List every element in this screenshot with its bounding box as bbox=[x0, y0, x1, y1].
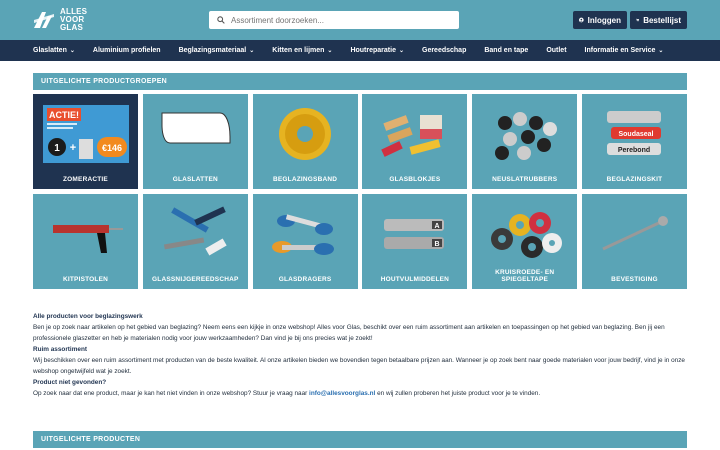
paragraph-not-found: Op zoek naar dat ene product, maar je ka… bbox=[33, 388, 687, 399]
tile-label: BEGLAZINGSBAND bbox=[272, 176, 338, 183]
nav-item-label: Glaslatten bbox=[33, 47, 67, 54]
promo-image: ACTIE! 1 + €146 bbox=[33, 94, 138, 174]
screw-image bbox=[582, 194, 687, 274]
tile-bevestiging[interactable]: BEVESTIGING bbox=[581, 194, 687, 289]
tile-beglazingsband[interactable]: BEGLAZINGSBAND bbox=[252, 94, 358, 189]
login-button[interactable]: Inloggen bbox=[573, 11, 627, 29]
nav-item-label: Band en tape bbox=[484, 47, 529, 54]
chevron-down-icon: ⌄ bbox=[327, 48, 333, 54]
tile-label: GLASBLOKJES bbox=[389, 176, 441, 183]
tile-beglazingskit[interactable]: Soudaseal Perebond BEGLAZINGSKIT bbox=[581, 94, 687, 189]
tile-kitpistolen[interactable]: KITPISTOLEN bbox=[33, 194, 138, 289]
tile-label: NEUSLATRUBBERS bbox=[492, 176, 558, 183]
order-list-button[interactable]: Bestellijst bbox=[630, 11, 687, 29]
tile-houtvulmiddelen[interactable]: A B HOUTVULMIDDELEN bbox=[362, 194, 468, 289]
svg-text:+: + bbox=[69, 142, 75, 154]
tape-roll-image bbox=[253, 94, 358, 174]
site-logo[interactable]: ALLES VOOR GLAS bbox=[32, 6, 102, 34]
top-header: ALLES VOOR GLAS Inloggen Bestellijst bbox=[0, 0, 720, 40]
kit-tubes-image: Soudaseal Perebond bbox=[582, 94, 687, 174]
tile-label: GLASLATTEN bbox=[172, 176, 218, 183]
main-nav: Glaslatten ⌄ Aluminium profielen Beglazings… bbox=[0, 40, 720, 61]
paragraph-all-products: Ben je op zoek naar artikelen op het geb… bbox=[33, 324, 665, 342]
tile-label: BEGLAZINGSKIT bbox=[606, 176, 663, 183]
wood-filler-image: A B bbox=[362, 194, 467, 274]
tile-label: HOUTVULMIDDELEN bbox=[380, 276, 450, 283]
suction-lifter-image bbox=[253, 194, 358, 274]
logo-text: ALLES VOOR GLAS bbox=[60, 7, 88, 32]
svg-text:1: 1 bbox=[54, 143, 60, 154]
login-label: Inloggen bbox=[587, 15, 621, 25]
glass-blocks-image bbox=[362, 94, 467, 174]
tile-label: KRUISROEDE- EN SPIEGELTAPE bbox=[495, 269, 555, 283]
intro-text: Alle producten voor beglazingswerk Ben j… bbox=[33, 311, 687, 399]
kit-brand-2: Perebond bbox=[618, 147, 650, 154]
tile-label: GLASSNIJGEREEDSCHAP bbox=[152, 276, 239, 283]
heading-assortment: Ruim assortiment bbox=[33, 346, 87, 353]
nav-item-beglazingsmateriaal[interactable]: Beglazingsmateriaal ⌄ bbox=[179, 47, 255, 54]
nav-item-label: Aluminium profielen bbox=[92, 47, 161, 54]
nav-item-houtreparatie[interactable]: Houtreparatie ⌄ bbox=[350, 47, 404, 54]
nav-item-aluminium-profielen[interactable]: Aluminium profielen bbox=[93, 47, 161, 54]
promo-price: €146 bbox=[101, 143, 121, 153]
nav-item-label: Houtreparatie bbox=[350, 47, 396, 54]
tile-glassnijgereedschap[interactable]: GLASSNIJGEREEDSCHAP bbox=[142, 194, 248, 289]
nav-item-gereedschap[interactable]: Gereedschap bbox=[422, 47, 466, 54]
nav-item-label: Beglazingsmateriaal bbox=[178, 47, 247, 54]
filler-tag-a: A bbox=[434, 223, 439, 230]
nav-item-band-en-tape[interactable]: Band en tape bbox=[484, 47, 528, 54]
user-icon bbox=[579, 17, 584, 23]
featured-products-heading: UITGELICHTE PRODUCTEN bbox=[33, 431, 687, 448]
heading-all-products: Alle producten voor beglazingswerk bbox=[33, 313, 143, 320]
search-box[interactable] bbox=[209, 11, 459, 29]
tile-label: GLASDRAGERS bbox=[278, 276, 332, 283]
tile-glasdragers[interactable]: GLASDRAGERS bbox=[252, 194, 358, 289]
search-icon bbox=[217, 16, 225, 24]
promo-title: ACTIE! bbox=[49, 110, 79, 120]
tile-glaslatten[interactable]: GLASLATTEN bbox=[142, 94, 248, 189]
nav-item-informatie-en-service[interactable]: Informatie en Service ⌄ bbox=[585, 47, 664, 54]
not-found-text-1: Op zoek naar dat ene product, maar je ka… bbox=[33, 390, 310, 397]
nav-item-outlet[interactable]: Outlet bbox=[546, 47, 566, 54]
tape-rolls-image bbox=[472, 194, 577, 274]
nav-item-label: Gereedschap bbox=[422, 47, 467, 54]
tile-label: KITPISTOLEN bbox=[62, 276, 109, 283]
logo-mark-icon bbox=[34, 12, 54, 28]
chevron-down-icon: ⌄ bbox=[69, 48, 75, 54]
chevron-down-icon: ⌄ bbox=[658, 48, 664, 54]
nav-item-kitten-en-lijmen[interactable]: Kitten en lijmen ⌄ bbox=[272, 47, 332, 54]
chevron-down-icon: ⌄ bbox=[249, 48, 255, 54]
rubber-pads-image bbox=[472, 94, 577, 174]
nav-item-label: Informatie en Service bbox=[584, 47, 656, 54]
paragraph-assortment: Wij beschikken over een ruim assortiment… bbox=[33, 357, 685, 375]
tile-kruisroede-spiegeltape[interactable]: KRUISROEDE- EN SPIEGELTAPE bbox=[472, 194, 578, 289]
kit-brand-1: Soudaseal bbox=[619, 131, 654, 138]
featured-groups-heading: UITGELICHTE PRODUCTGROEPEN bbox=[33, 73, 687, 90]
tile-label: ZOMERACTIE bbox=[63, 176, 108, 183]
filler-tag-b: B bbox=[434, 241, 439, 248]
product-group-grid: ACTIE! 1 + €146 ZOMERACTIE GLASLATTEN BE… bbox=[33, 94, 687, 289]
glass-cutter-image bbox=[143, 194, 248, 274]
tile-label: BEVESTIGING bbox=[611, 276, 658, 283]
email-link[interactable]: info@allesvoorglas.nl bbox=[309, 390, 375, 397]
search-input[interactable] bbox=[231, 15, 441, 25]
nav-item-label: Kitten en lijmen bbox=[272, 47, 325, 54]
not-found-text-2: en wij zullen proberen het juiste produc… bbox=[375, 390, 541, 397]
cart-icon bbox=[636, 18, 640, 22]
caulk-gun-image bbox=[33, 194, 138, 274]
chevron-down-icon: ⌄ bbox=[398, 48, 404, 54]
tile-neuslatrubbers[interactable]: NEUSLATRUBBERS bbox=[472, 94, 578, 189]
nav-item-label: Outlet bbox=[546, 47, 567, 54]
tile-zomeractie[interactable]: ACTIE! 1 + €146 ZOMERACTIE bbox=[33, 94, 138, 189]
heading-not-found: Product niet gevonden? bbox=[33, 379, 107, 386]
glass-strip-image bbox=[143, 94, 248, 174]
nav-item-glaslatten[interactable]: Glaslatten ⌄ bbox=[33, 47, 75, 54]
tile-glasblokjes[interactable]: GLASBLOKJES bbox=[362, 94, 468, 189]
order-list-label: Bestellijst bbox=[643, 15, 681, 25]
